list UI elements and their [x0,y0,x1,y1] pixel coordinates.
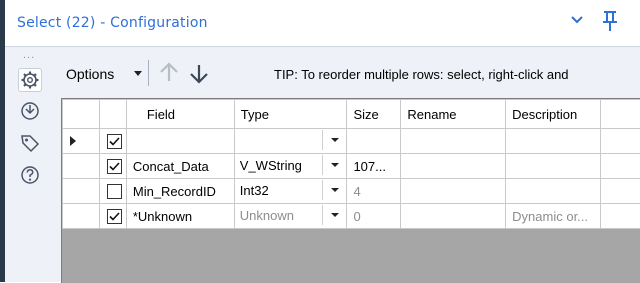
row-indicator[interactable] [63,154,100,179]
row-indicator-arrow-icon [70,136,76,146]
more-dots: ... [23,49,35,61]
size-cell[interactable]: 4 [347,179,401,204]
field-cell[interactable]: *Unknown [126,204,234,229]
size-cell[interactable]: 19 [347,129,401,154]
rename-cell[interactable]: Month [401,129,506,154]
caret-down-icon [331,213,339,217]
type-cell[interactable]: Unknown [234,204,347,229]
gear-icon[interactable] [18,68,42,92]
table-row[interactable]: DateTime_Out String 19 Month [63,129,640,154]
title-bar: Select (22) - Configuration [5,0,640,47]
configuration-panel: Select (22) - Configuration ... [5,0,640,282]
options-button[interactable]: Options [66,66,114,82]
row-checkbox[interactable] [99,179,126,204]
header-filler [601,100,640,129]
type-value: String [240,133,274,148]
row-indicator-header [63,100,100,129]
type-value: V_WString [240,158,302,173]
column-header-description[interactable]: Description [506,100,601,129]
row-filler [601,129,640,154]
type-value: Unknown [240,208,294,223]
row-indicator[interactable] [63,129,100,154]
checkbox-checked[interactable] [107,159,122,174]
field-cell[interactable]: Min_RecordID [126,179,234,204]
rename-cell[interactable] [401,204,506,229]
row-filler [601,204,640,229]
column-header-size[interactable]: Size [347,100,401,129]
row-checkbox[interactable] [99,204,126,229]
toolbar-separator [148,60,149,86]
caret-down-icon [331,163,339,167]
type-dropdown-button[interactable] [322,155,345,175]
type-dropdown-button[interactable] [322,180,345,200]
table-row[interactable]: *Unknown Unknown 0 Dynamic or... [63,204,640,229]
chevron-down-icon[interactable] [569,12,585,28]
rename-cell[interactable] [401,154,506,179]
row-checkbox[interactable] [99,129,126,154]
row-filler [601,179,640,204]
layout-icon[interactable] [19,100,41,122]
type-cell[interactable]: Int32 [234,179,347,204]
tip-text: TIP: To reorder multiple rows: select, r… [274,67,569,82]
rename-cell[interactable] [401,179,506,204]
toolbar: Options TIP: To reorder multiple rows: s… [60,56,640,92]
checkbox-checked[interactable] [107,134,122,149]
description-cell[interactable]: Dynamic or... [506,204,601,229]
fields-table: Field Type Size Rename Description DateT… [62,99,640,229]
checkbox-header [99,100,126,129]
row-indicator[interactable] [63,179,100,204]
description-cell[interactable] [506,129,601,154]
row-filler [601,154,640,179]
caret-down-icon [331,138,339,142]
row-checkbox[interactable] [99,154,126,179]
field-cell[interactable]: Concat_Data [126,154,234,179]
header-row: Field Type Size Rename Description [63,100,640,129]
type-value: Int32 [240,183,269,198]
column-header-type[interactable]: Type [234,100,347,129]
size-cell[interactable]: 107... [347,154,401,179]
description-cell[interactable] [506,179,601,204]
caret-down-icon[interactable] [134,71,142,77]
row-indicator[interactable] [63,204,100,229]
column-header-field[interactable]: Field [126,100,234,129]
pin-icon[interactable] [600,10,620,32]
arrow-down-icon[interactable] [187,61,211,85]
type-dropdown-button[interactable] [322,130,345,150]
type-dropdown-button[interactable] [322,205,345,225]
size-cell[interactable]: 0 [347,204,401,229]
description-cell[interactable] [506,154,601,179]
column-header-rename[interactable]: Rename [401,100,506,129]
checkbox-checked[interactable] [107,209,122,224]
table-row[interactable]: Concat_Data V_WString 107... [63,154,640,179]
fields-grid: Field Type Size Rename Description DateT… [61,98,640,283]
arrow-up-icon[interactable] [157,61,181,85]
help-icon[interactable] [19,164,41,186]
tag-icon[interactable] [19,132,41,154]
panel-title: Select (22) - Configuration [17,15,208,31]
type-cell[interactable]: V_WString [234,154,347,179]
field-cell[interactable]: DateTime_Out [126,129,234,154]
table-row[interactable]: Min_RecordID Int32 4 [63,179,640,204]
caret-down-icon [331,188,339,192]
checkbox-unchecked[interactable] [107,184,122,199]
type-cell[interactable]: String [234,129,347,154]
